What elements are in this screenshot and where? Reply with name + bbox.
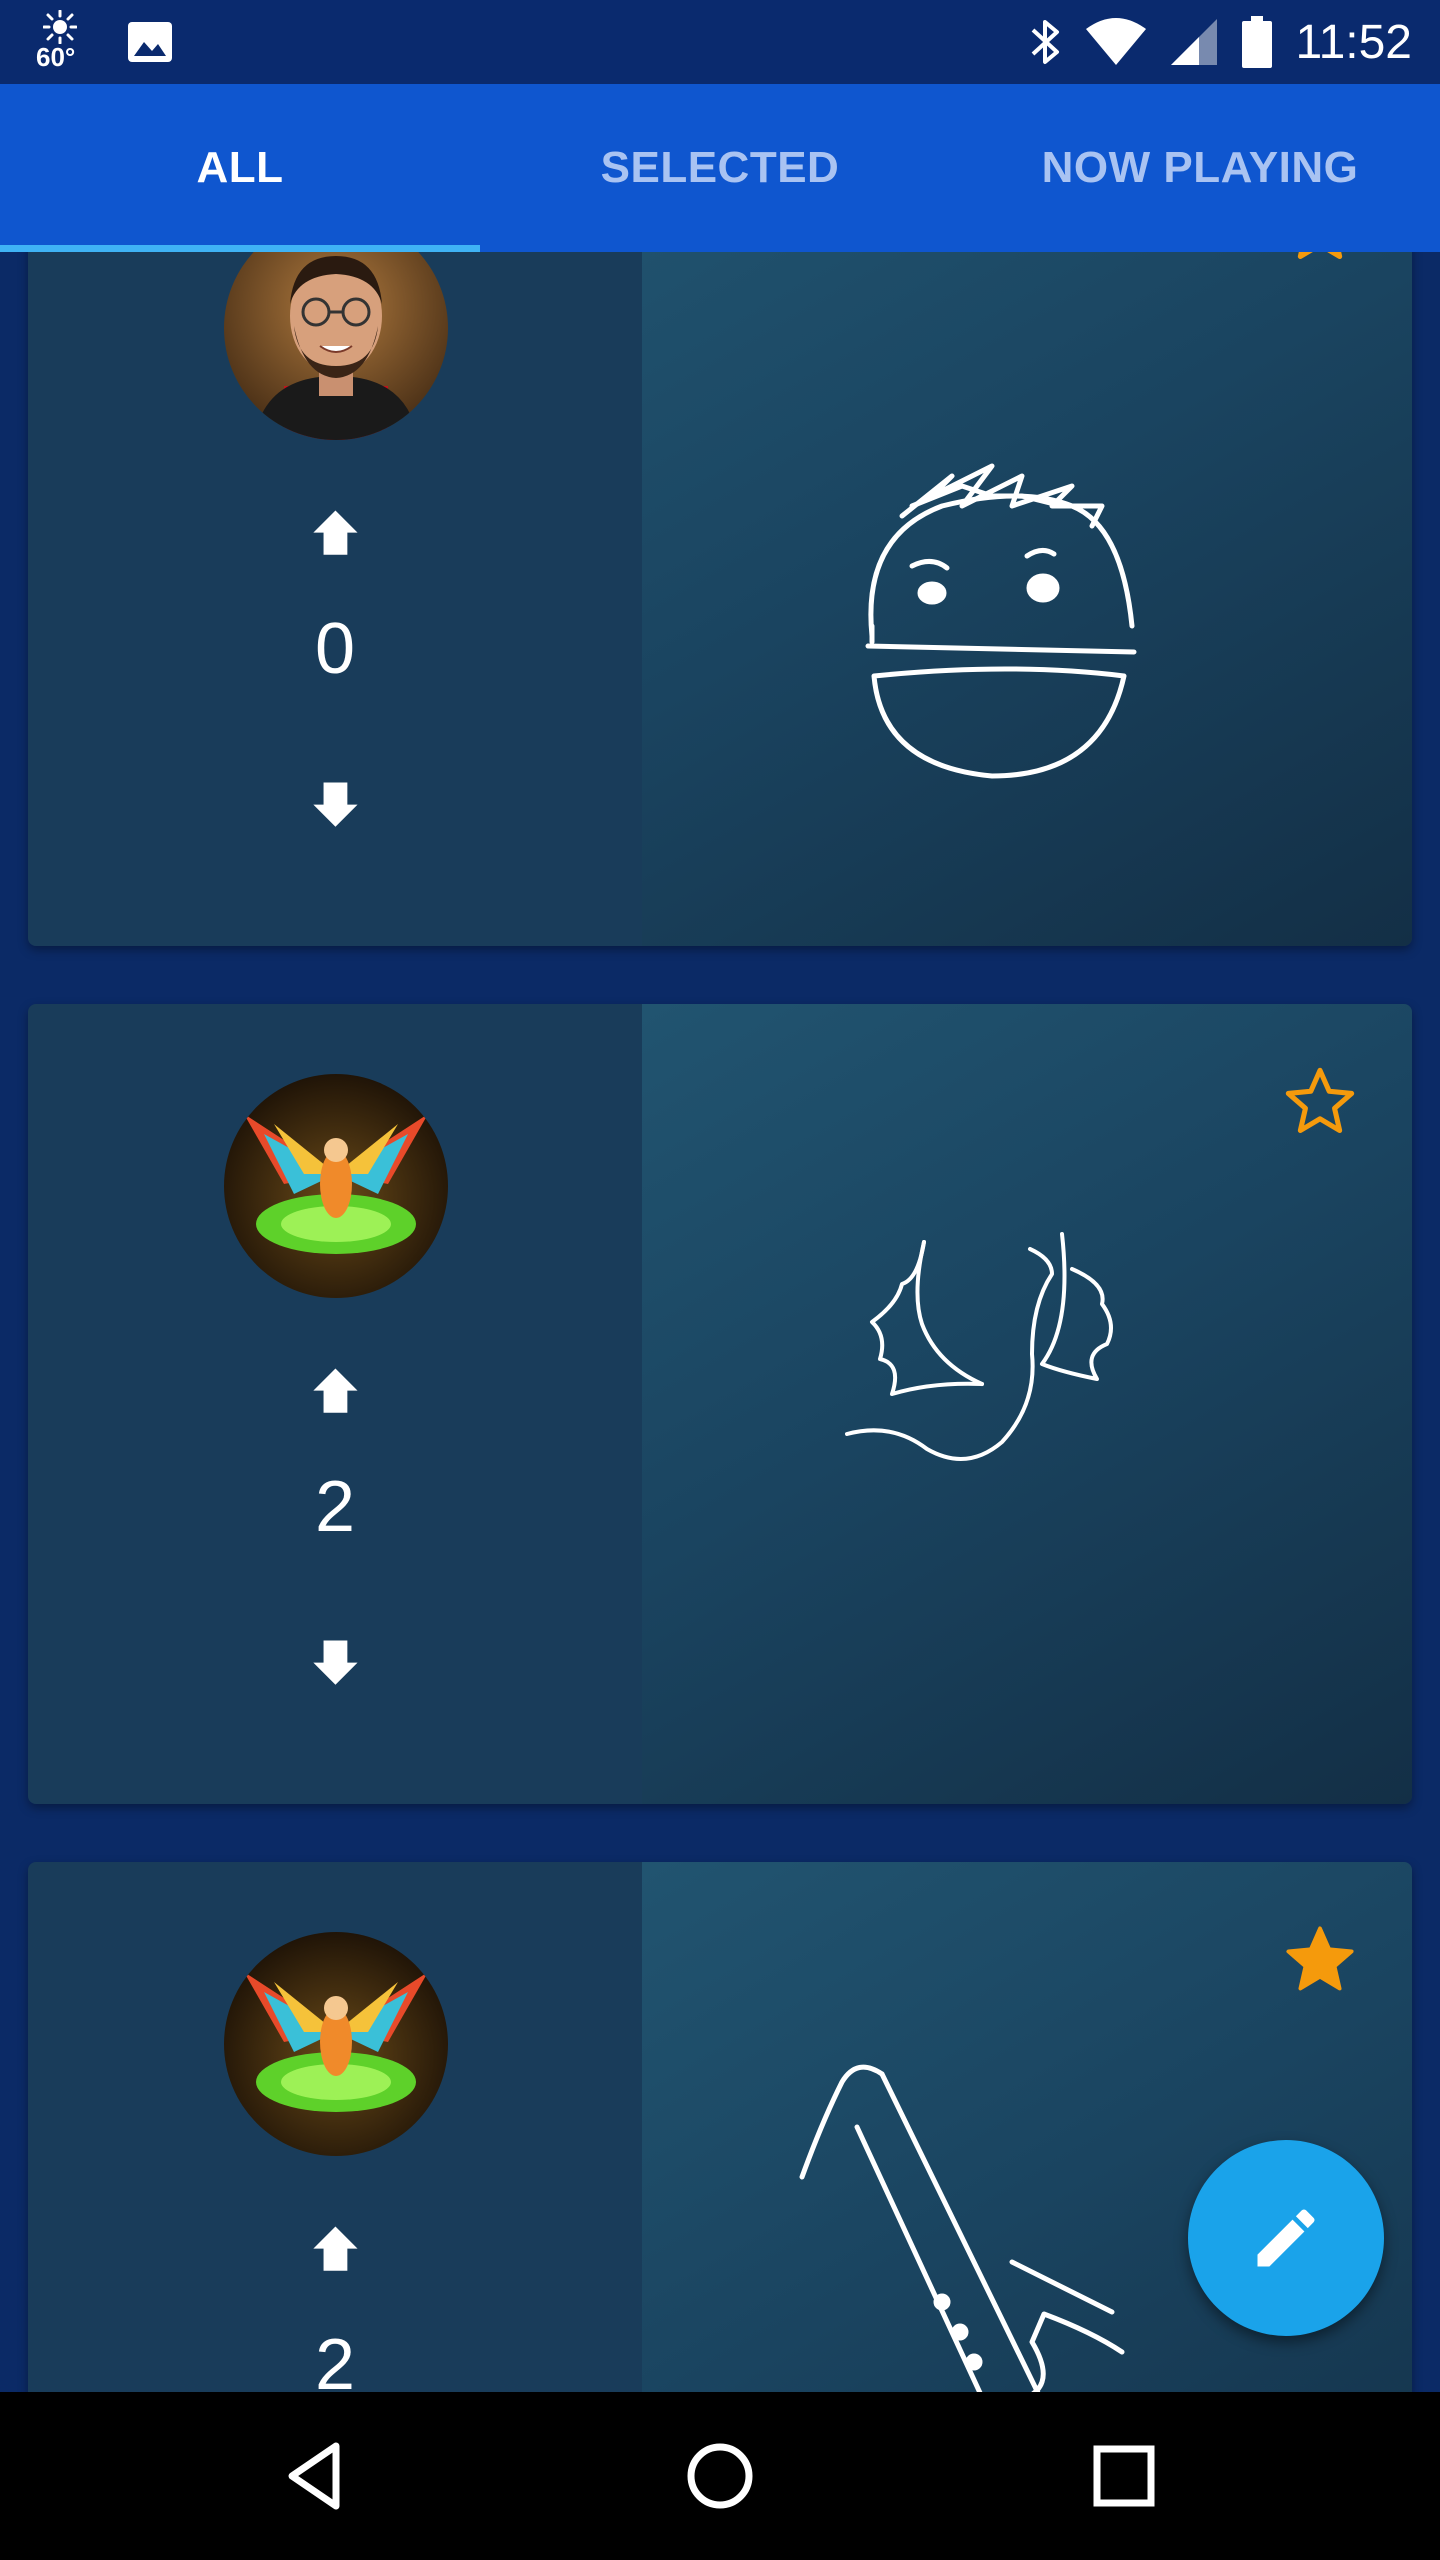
tab-bar: ALL SELECTED NOW PLAYING (0, 84, 1440, 252)
status-bar-right: 11:52 (1029, 0, 1412, 84)
card-vote-panel: 2 (28, 1004, 642, 1804)
tab-indicator (0, 245, 480, 252)
drawings-list[interactable]: 0 2 2 (0, 252, 1440, 2392)
battery-icon (1242, 16, 1273, 68)
status-bar: 60° 11:52 (0, 0, 1440, 84)
temperature-text: 60° (36, 42, 76, 72)
tab-all[interactable]: ALL (0, 84, 480, 252)
upvote-arrow-icon[interactable] (304, 2218, 368, 2282)
card-vote-panel: 0 (28, 252, 642, 946)
star-outline-icon[interactable] (1282, 252, 1358, 266)
tab-now-playing[interactable]: NOW PLAYING (960, 84, 1440, 252)
tab-selected[interactable]: SELECTED (480, 84, 960, 252)
face-doodle-drawing (865, 463, 1137, 779)
drawing-card: 2 (28, 1004, 1412, 1804)
edit-fab-button[interactable] (1188, 2140, 1384, 2336)
back-icon[interactable] (276, 2436, 356, 2516)
vote-score: 2 (314, 1467, 356, 1547)
bluetooth-icon (1032, 20, 1060, 64)
image-notification-icon (128, 22, 172, 62)
recents-icon[interactable] (1084, 2436, 1164, 2516)
weather-sun-icon (43, 10, 77, 44)
drawing-card: 0 (28, 252, 1412, 946)
star-outline-icon[interactable] (1282, 1064, 1358, 1140)
upvote-arrow-icon[interactable] (304, 502, 368, 566)
saxophone-doodle-drawing (799, 2064, 1125, 2392)
star-filled-icon[interactable] (1282, 1922, 1358, 1998)
status-bar-left: 60° (36, 10, 174, 74)
downvote-arrow-icon[interactable] (304, 774, 368, 838)
vote-score: 0 (314, 609, 356, 689)
weather-indicator: 60° (36, 10, 86, 74)
cell-signal-icon (1171, 19, 1218, 65)
avatar (224, 1074, 448, 1298)
card-drawing-panel[interactable] (642, 1004, 1412, 1804)
upvote-arrow-icon[interactable] (304, 1360, 368, 1424)
downvote-arrow-icon[interactable] (304, 1632, 368, 1696)
clock-text: 11:52 (1295, 15, 1412, 69)
avatar (224, 1932, 448, 2156)
pencil-edit-icon (1257, 2209, 1315, 2267)
home-icon[interactable] (680, 2436, 760, 2516)
dragon-doodle-drawing (845, 1232, 1113, 1461)
drawing-card: 2 (28, 1862, 1412, 2392)
vote-score: 2 (314, 2325, 356, 2392)
wifi-icon (1086, 18, 1147, 65)
card-vote-panel: 2 (28, 1862, 642, 2392)
system-navigation-bar (0, 2392, 1440, 2560)
card-drawing-panel[interactable] (642, 252, 1412, 946)
avatar (224, 252, 448, 440)
